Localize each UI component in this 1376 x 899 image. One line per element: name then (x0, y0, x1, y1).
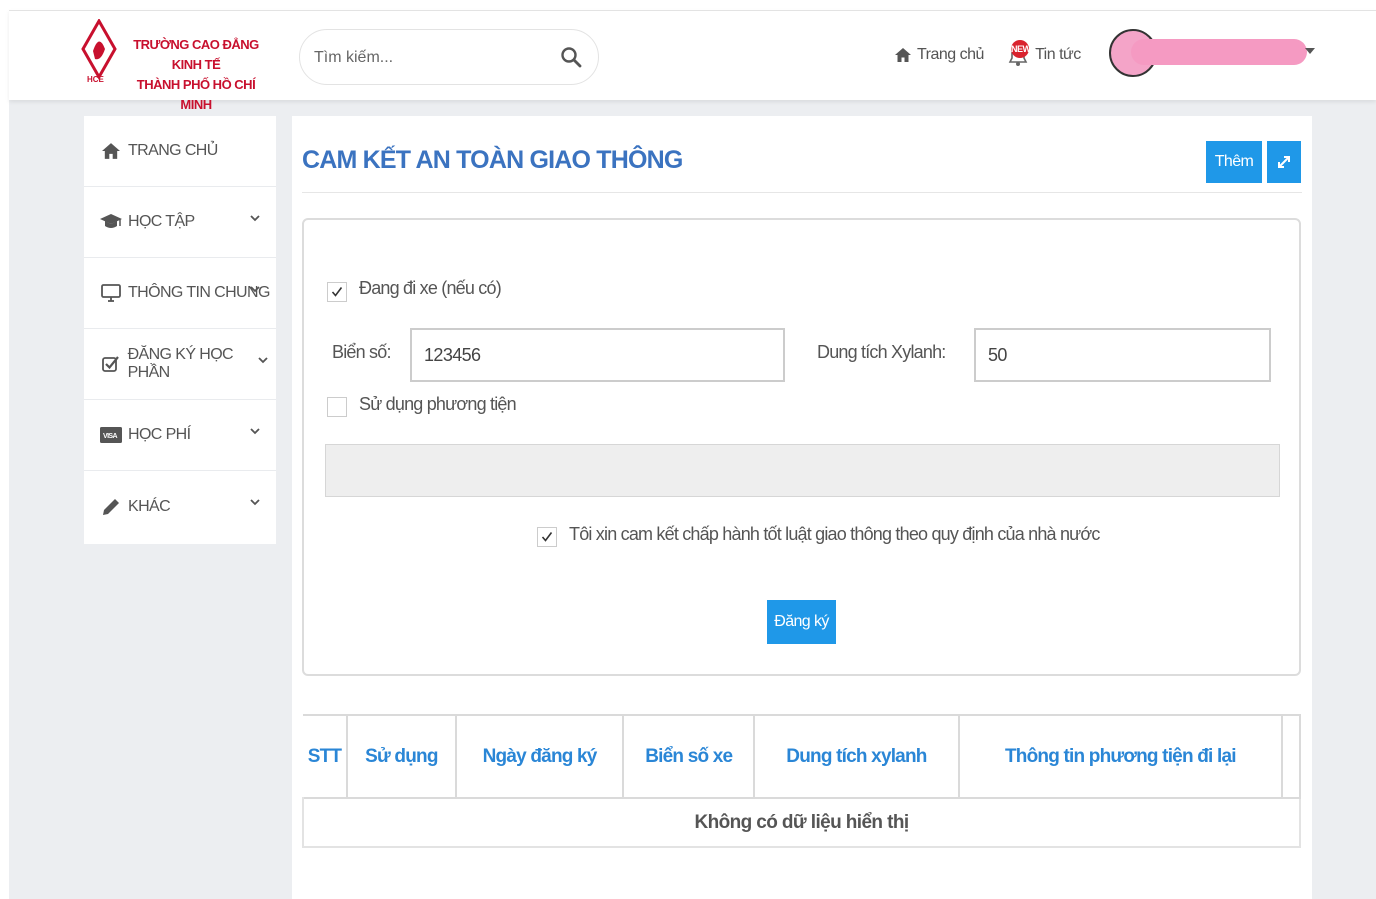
search-input[interactable] (314, 44, 554, 72)
top-header: HCE TRƯỜNG CAO ĐẲNG KINH TẾ THÀNH PHỐ HỒ… (9, 10, 1376, 112)
checkbox-icon (100, 354, 122, 374)
col-vehicle-info[interactable]: Thông tin phương tiện đi lại (958, 715, 1284, 798)
sidebar-item-label: KHÁC (128, 497, 171, 515)
sidebar-item-label: ĐĂNG KÝ HỌC PHẦN (127, 346, 234, 381)
pencil-icon (100, 497, 122, 517)
visa-card-icon: VISA (100, 425, 122, 445)
main-panel: CAM KẾT AN TOÀN GIAO THÔNG Thêm Đang đi … (292, 116, 1312, 899)
riding-checkbox[interactable] (327, 282, 347, 302)
register-button[interactable]: Đăng ký (767, 600, 836, 644)
nav-home-label: Trang chủ (917, 46, 984, 63)
plate-input[interactable] (410, 328, 785, 382)
sidebar-item-label: HỌC TẬP (128, 213, 195, 230)
vehicle-info-area (325, 444, 1280, 497)
use-vehicle-label: Sử dụng phương tiện (359, 394, 517, 414)
sidebar-item-label: THÔNG TIN CHUNG (128, 284, 270, 301)
news-bell-icon: NEWS (1005, 40, 1037, 68)
col-register-date[interactable]: Ngày đăng ký (455, 715, 625, 798)
chevron-down-icon (250, 428, 260, 435)
nav-home-link[interactable]: Trang chủ (895, 43, 984, 67)
title-divider (302, 192, 1302, 193)
user-name-redacted (1131, 39, 1307, 65)
chevron-down-icon (258, 357, 268, 364)
sidebar-item-tuition[interactable]: VISA HỌC PHÍ (84, 400, 276, 471)
page-title: CAM KẾT AN TOÀN GIAO THÔNG (302, 146, 683, 174)
sidebar: TRANG CHỦ HỌC TẬP THÔNG TIN CHUNG ĐĂNG K… (84, 116, 276, 544)
search-icon[interactable] (560, 46, 582, 68)
chevron-down-icon (250, 499, 260, 506)
sidebar-item-label: HỌC PHÍ (128, 426, 191, 443)
check-icon (331, 287, 343, 297)
registration-table: STT Sử dụng Ngày đăng ký Biển số xe Dung… (302, 714, 1301, 848)
nav-news-link[interactable]: NEWS Tin tức (1005, 40, 1081, 68)
capacity-input[interactable] (974, 328, 1271, 382)
sidebar-item-home[interactable]: TRANG CHỦ (84, 116, 276, 187)
sidebar-item-study[interactable]: HỌC TẬP (84, 187, 276, 258)
commit-checkbox[interactable] (537, 527, 557, 547)
commitment-form: Đang đi xe (nếu có) Biển số: Dung tích X… (302, 218, 1301, 676)
commit-label: Tôi xin cam kết chấp hành tốt luật giao … (569, 524, 1100, 544)
school-logo-mark-icon: HCE (81, 19, 117, 83)
user-menu[interactable] (1109, 27, 1319, 83)
col-stt[interactable]: STT (303, 715, 348, 798)
monitor-icon (100, 283, 122, 303)
home-icon (100, 141, 122, 161)
expand-button[interactable] (1267, 141, 1301, 183)
sidebar-item-course-registration[interactable]: ĐĂNG KÝ HỌC PHẦN (84, 329, 276, 400)
logo-abbr: HCE (87, 75, 105, 83)
sidebar-item-label: TRANG CHỦ (128, 142, 218, 159)
table-row: Không có dữ liệu hiển thị (302, 798, 1301, 848)
riding-label: Đang đi xe (nếu có) (359, 278, 502, 298)
home-icon (895, 48, 911, 62)
col-spacer (1282, 715, 1301, 798)
school-name-line2: THÀNH PHỐ HỒ CHÍ MINH (136, 77, 256, 112)
col-plate[interactable]: Biển số xe (623, 715, 756, 798)
school-logo[interactable]: HCE TRƯỜNG CAO ĐẲNG KINH TẾ THÀNH PHỐ HỒ… (81, 19, 271, 112)
page-background: HCE TRƯỜNG CAO ĐẲNG KINH TẾ THÀNH PHỐ HỒ… (9, 10, 1376, 899)
chevron-down-icon (250, 215, 260, 222)
news-badge: NEWS (1011, 40, 1037, 58)
school-name-line1: TRƯỜNG CAO ĐẲNG KINH TẾ (133, 37, 259, 72)
svg-text:VISA: VISA (103, 433, 117, 440)
add-button[interactable]: Thêm (1206, 141, 1262, 183)
search-box (299, 29, 599, 85)
check-icon (541, 532, 553, 542)
empty-table-message: Không có dữ liệu hiển thị (302, 798, 1301, 848)
table-header-row: STT Sử dụng Ngày đăng ký Biển số xe Dung… (303, 715, 1301, 798)
caret-down-icon (1305, 48, 1315, 54)
graduation-cap-icon (100, 212, 122, 232)
col-capacity[interactable]: Dung tích xylanh (754, 715, 960, 798)
plate-label: Biển số: (332, 342, 391, 362)
sidebar-item-other[interactable]: KHÁC (84, 471, 276, 542)
chevron-down-icon (250, 286, 260, 293)
col-usage[interactable]: Sử dụng (346, 715, 457, 798)
expand-icon (1278, 156, 1290, 168)
capacity-label: Dung tích Xylanh: (817, 342, 946, 362)
school-name: TRƯỜNG CAO ĐẲNG KINH TẾ THÀNH PHỐ HỒ CHÍ… (121, 35, 271, 115)
sidebar-item-general-info[interactable]: THÔNG TIN CHUNG (84, 258, 276, 329)
nav-news-label: Tin tức (1035, 46, 1081, 63)
use-vehicle-checkbox[interactable] (327, 397, 347, 417)
